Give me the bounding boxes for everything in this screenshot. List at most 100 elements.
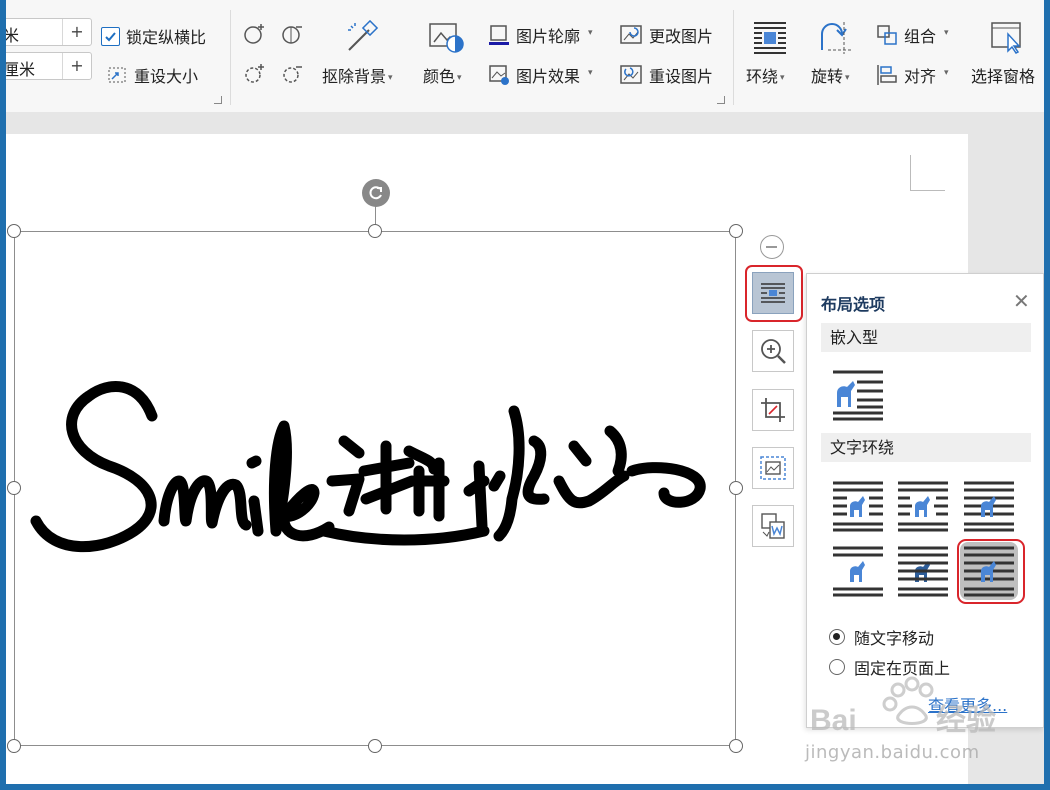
fix-on-page-label: 固定在页面上	[854, 659, 951, 678]
crop-in-icon[interactable]	[242, 22, 266, 46]
square-wrap-icon	[833, 481, 883, 532]
resize-handle-top-left[interactable]	[7, 224, 21, 238]
collapse-toolbar-button[interactable]	[760, 235, 784, 259]
top-bottom-wrap-icon	[833, 546, 883, 597]
wrap-option-through[interactable]	[960, 477, 1018, 535]
crop-out-icon[interactable]	[280, 22, 304, 46]
inline-wrap-icon	[833, 370, 883, 421]
width-field[interactable]: 米 +	[0, 18, 92, 46]
zoom-in-icon	[761, 339, 786, 364]
rotate-label: 旋转	[811, 67, 844, 86]
color-picture-icon[interactable]	[428, 20, 464, 54]
reset-size-button[interactable]: 重设大小	[106, 63, 198, 87]
group-button[interactable]: 组合	[876, 23, 949, 47]
resize-handle-right[interactable]	[729, 481, 743, 495]
fix-on-page-option[interactable]: 固定在页面上	[829, 655, 950, 679]
selection-pane-button[interactable]: 选择窗格	[971, 63, 1035, 87]
ribbon: 米 + 厘米 + 锁定纵横比 重设大小 抠除背景 颜色 图片轮廓 图片效果 更改…	[0, 0, 1050, 113]
resize-handle-bottom[interactable]	[368, 739, 382, 753]
ribbon-separator	[230, 10, 231, 105]
image-selection-frame	[14, 231, 736, 746]
picture-to-text-icon	[761, 513, 785, 539]
picture-outline-icon	[489, 25, 509, 45]
lock-ratio-checkbox[interactable]: 锁定纵横比	[101, 24, 206, 48]
wrap-option-square[interactable]	[829, 477, 887, 535]
move-with-text-option[interactable]: 随文字移动	[829, 625, 934, 649]
align-label: 对齐	[904, 67, 937, 86]
see-more-link[interactable]: 查看更多...	[928, 692, 1007, 716]
wrap-option-top-bottom[interactable]	[829, 542, 887, 600]
crop-top-icon[interactable]	[242, 62, 266, 86]
resize-handle-top[interactable]	[368, 224, 382, 238]
picture-effect-icon	[489, 65, 509, 85]
text-wrap-icon[interactable]	[752, 20, 788, 54]
change-picture-button[interactable]: 更改图片	[619, 23, 713, 47]
align-icon	[877, 65, 897, 85]
height-field[interactable]: 厘米 +	[0, 52, 92, 80]
ribbon-separator	[733, 10, 734, 105]
rotate-button[interactable]: 旋转	[811, 63, 850, 87]
close-icon[interactable]: ✕	[1013, 289, 1030, 313]
layout-options-highlight	[745, 265, 803, 322]
crop-bottom-icon[interactable]	[280, 62, 304, 86]
remove-background-label: 抠除背景	[322, 67, 387, 86]
selection-pane-label: 选择窗格	[971, 67, 1036, 86]
behind-text-icon	[898, 546, 948, 597]
reset-picture-button[interactable]: 重设图片	[619, 63, 713, 87]
group-icon	[877, 25, 897, 45]
remove-background-button[interactable]: 抠除背景	[322, 63, 393, 87]
convert-picture-button[interactable]	[752, 505, 794, 547]
watermark-url: jingyan.baidu.com	[805, 742, 980, 763]
picture-frame-icon	[760, 456, 786, 480]
color-label: 颜色	[423, 67, 456, 86]
color-button[interactable]: 颜色	[423, 63, 462, 87]
picture-effect-label: 图片效果	[516, 67, 581, 86]
height-increase-button[interactable]: +	[62, 53, 91, 79]
wrap-option-behind-text[interactable]	[894, 542, 952, 600]
reset-picture-label: 重设图片	[649, 67, 714, 86]
reset-size-label: 重设大小	[134, 67, 199, 86]
lock-ratio-label: 锁定纵横比	[126, 28, 207, 47]
width-value: 米	[3, 26, 20, 45]
rotate-handle[interactable]	[362, 179, 390, 207]
resize-handle-top-right[interactable]	[729, 224, 743, 238]
picture-outline-button[interactable]: 图片轮廓	[488, 23, 593, 47]
rotate-icon[interactable]	[818, 20, 854, 54]
picture-outline-label: 图片轮廓	[516, 27, 581, 46]
change-picture-label: 更改图片	[649, 27, 714, 46]
wrap-option-inline[interactable]	[829, 366, 887, 424]
radio-selected-icon	[829, 629, 845, 645]
radio-unselected-icon	[829, 659, 845, 675]
resize-handle-bottom-left[interactable]	[7, 739, 21, 753]
inline-section-header: 嵌入型	[821, 323, 1031, 352]
page-margin-corner-mark	[910, 155, 945, 191]
crop-icon	[761, 398, 785, 422]
layout-options-panel: 布局选项 ✕ 嵌入型 文字环绕 随文字移动 固定在页面上 查看更多...	[806, 273, 1044, 728]
text-wrap-button[interactable]: 环绕	[746, 63, 785, 87]
picture-effect-button[interactable]: 图片效果	[488, 63, 593, 87]
crop-picture-button[interactable]	[752, 389, 794, 431]
through-wrap-icon	[964, 481, 1014, 532]
tight-wrap-icon	[898, 481, 948, 532]
picture-dialog-launcher[interactable]	[717, 96, 725, 104]
reset-picture-icon	[620, 65, 642, 84]
width-increase-button[interactable]: +	[62, 19, 91, 45]
group-label: 组合	[904, 27, 937, 46]
size-dialog-launcher[interactable]	[214, 96, 222, 104]
text-wrap-label: 环绕	[746, 67, 779, 86]
wrap-option-tight[interactable]	[894, 477, 952, 535]
resize-handle-bottom-right[interactable]	[729, 739, 743, 753]
rotate-arrow-icon	[369, 186, 382, 200]
remove-background-icon[interactable]	[345, 20, 381, 54]
selected-wrap-highlight	[957, 539, 1025, 604]
selection-pane-icon[interactable]	[990, 20, 1026, 54]
move-with-text-label: 随文字移动	[854, 629, 935, 648]
panel-title: 布局选项	[821, 295, 886, 314]
align-button[interactable]: 对齐	[876, 63, 949, 87]
resize-handle-left[interactable]	[7, 481, 21, 495]
height-value: 厘米	[3, 60, 36, 79]
zoom-picture-button[interactable]	[752, 330, 794, 372]
picture-style-button[interactable]	[752, 447, 794, 489]
change-picture-icon	[620, 25, 642, 44]
checkbox-checked-icon	[101, 26, 120, 46]
